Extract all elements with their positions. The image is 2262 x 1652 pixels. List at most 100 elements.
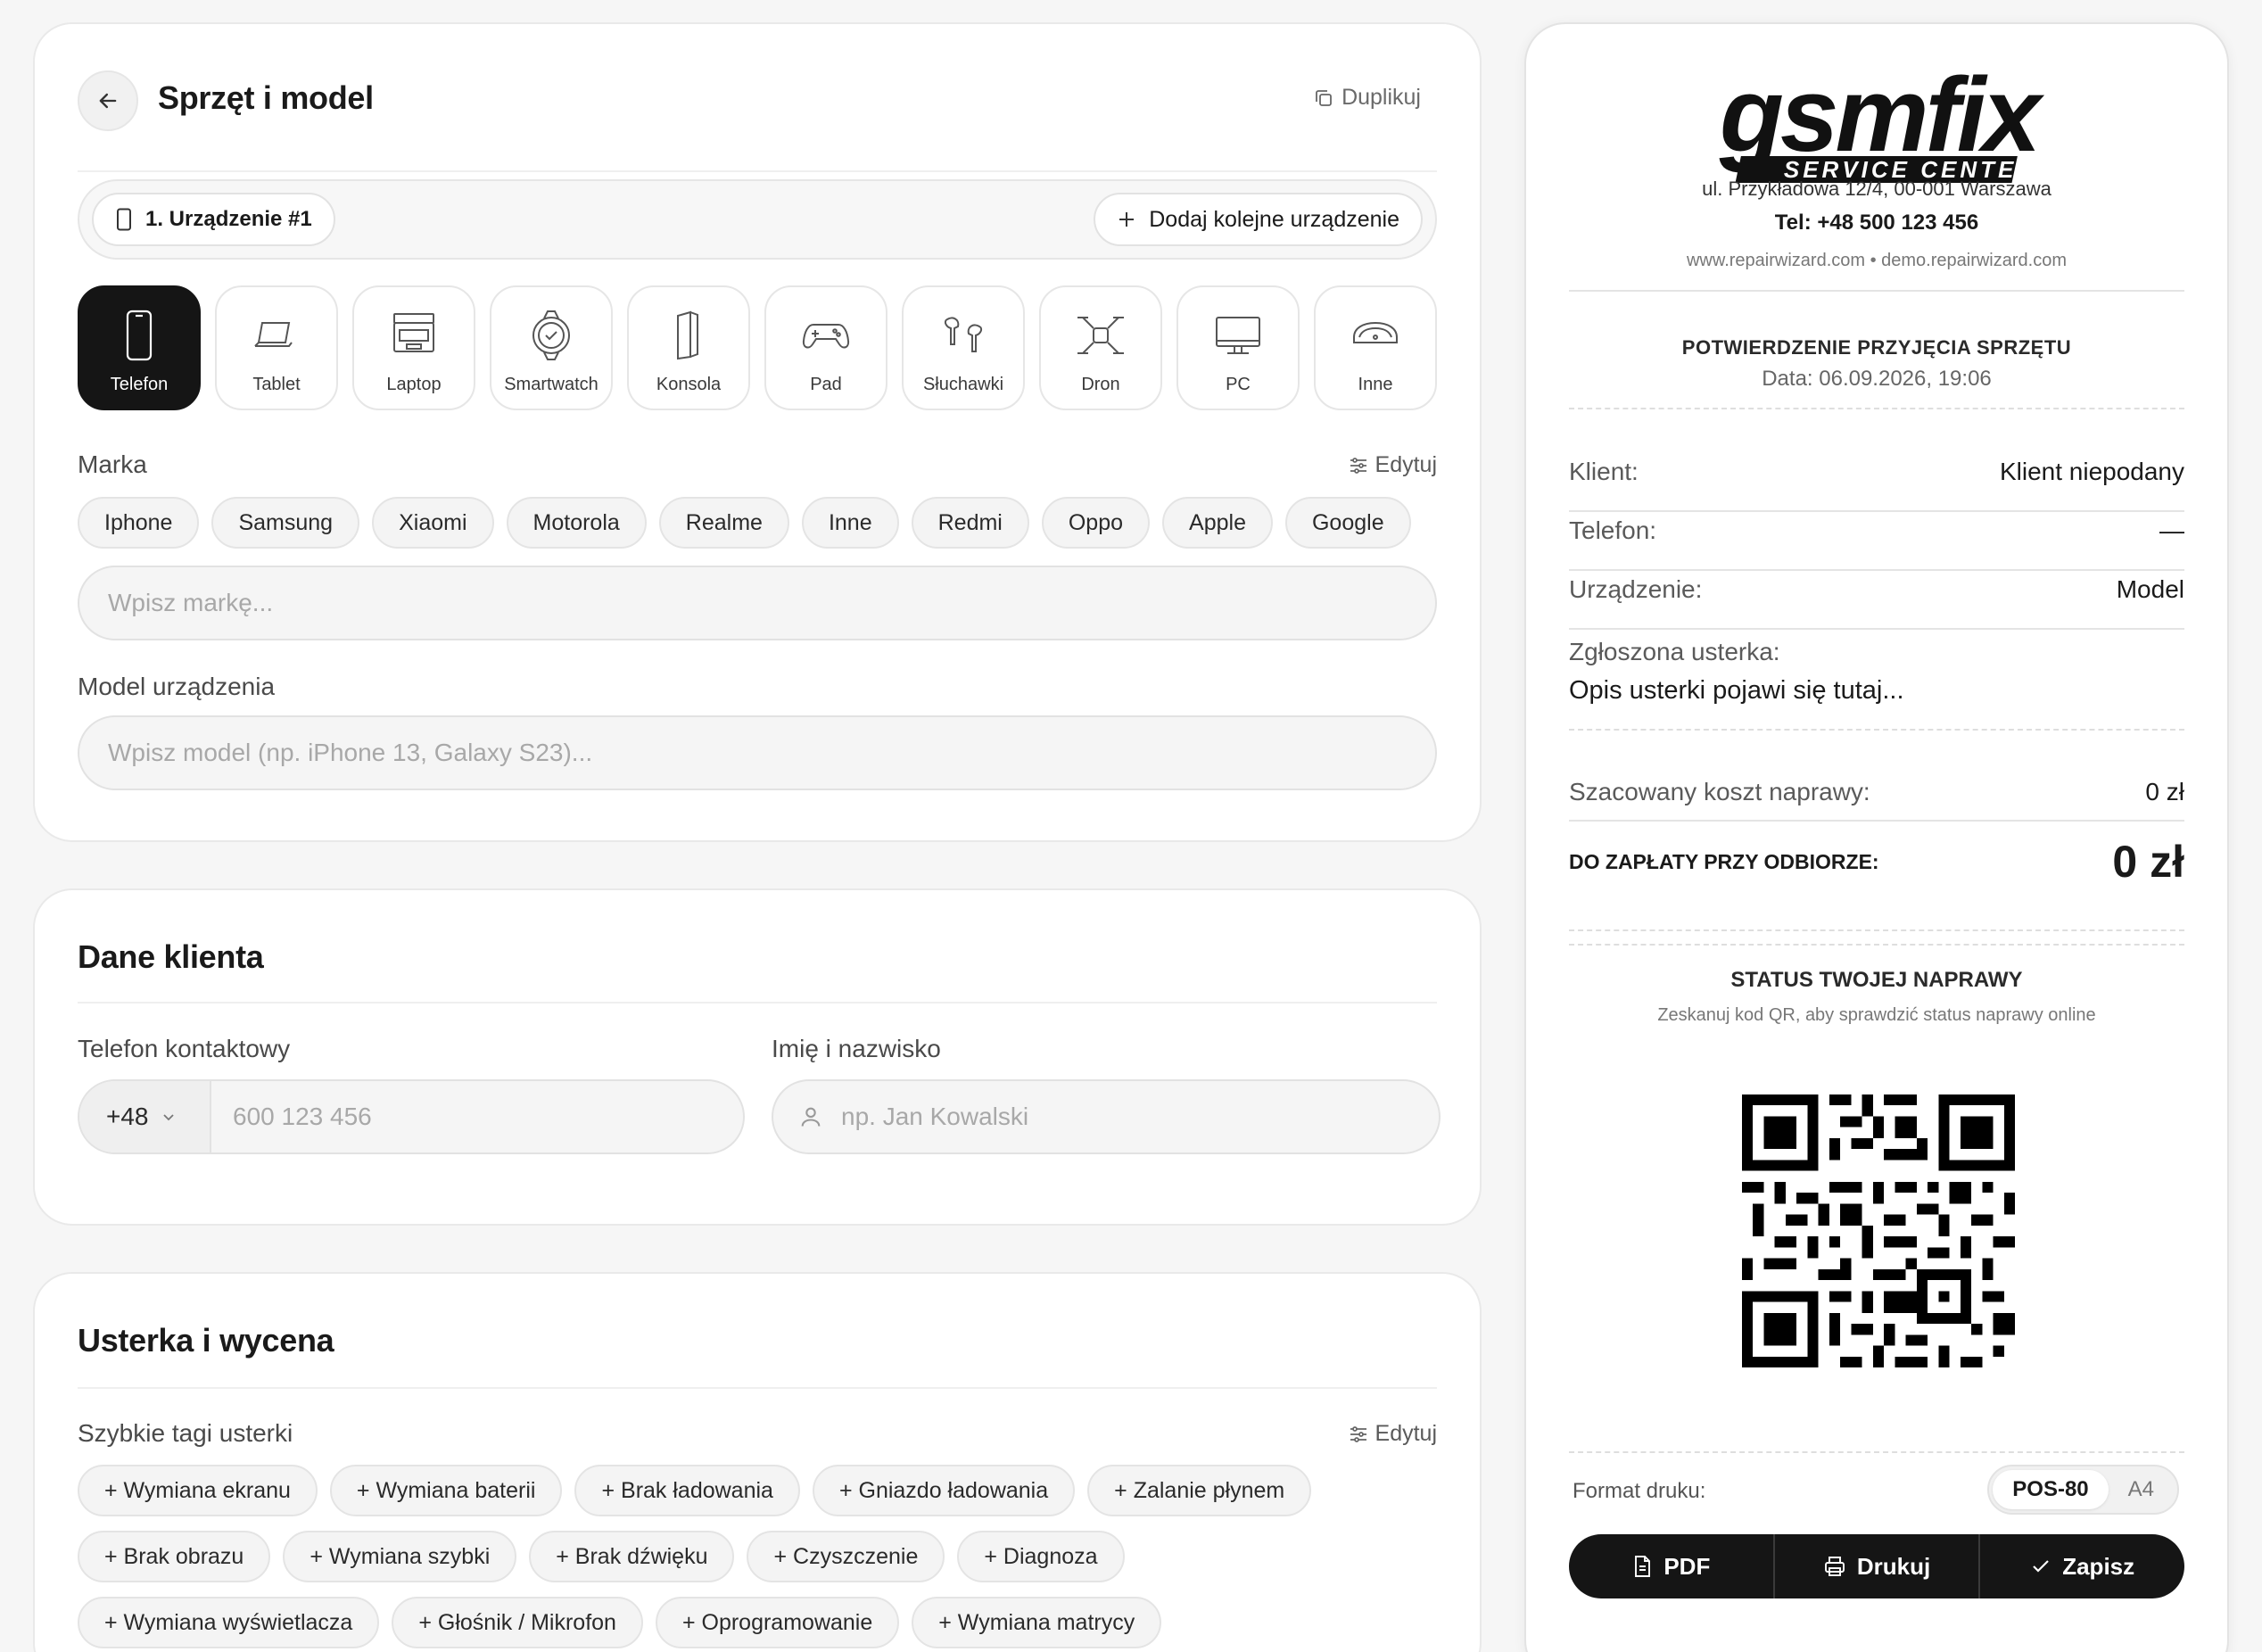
cost-value: 0 zł [2145,778,2184,805]
divider [78,1002,1437,1004]
receipt-preview: gsmfix SERVICE CENTER ul. Przykładowa 12… [1524,22,2229,1652]
quick-tag[interactable]: + Brak ładowania [574,1465,800,1516]
quick-tag[interactable]: + Wymiana ekranu [78,1465,318,1516]
brand-pill[interactable]: Motorola [506,497,647,549]
device-type-dron[interactable]: Dron [1039,285,1162,410]
phone-icon [126,310,153,361]
brand-pill[interactable]: Oppo [1041,497,1151,549]
print-button[interactable]: Drukuj [1772,1534,1979,1598]
device-type-tablet[interactable]: Tablet [215,285,338,410]
pdf-label: PDF [1663,1552,1711,1580]
save-button[interactable]: Zapisz [1978,1534,2184,1598]
qr-code [1742,1094,2015,1367]
format-option-a4[interactable]: A4 [2109,1470,2174,1509]
fault-key: Zgłoszona usterka: [1569,638,1780,665]
quick-tag[interactable]: + Diagnoza [957,1531,1125,1582]
quick-tag[interactable]: + Brak obrazu [78,1531,271,1582]
format-option-pos80[interactable]: POS-80 [1993,1470,2109,1509]
device-card: Sprzęt i model Duplikuj 1. Urządzenie #1… [33,22,1482,842]
brand-pill[interactable]: Xiaomi [372,497,494,549]
device-type-konsola[interactable]: Konsola [627,285,750,410]
cost-key: Szacowany koszt naprawy: [1569,778,1870,805]
device-type-sluchawki[interactable]: Słuchawki [902,285,1025,410]
brand-edit-label: Edytuj [1375,452,1437,477]
document-date: Data: 06.09.2026, 19:06 [1762,367,1992,391]
divider [1569,820,2184,822]
pdf-button[interactable]: PDF [1569,1534,1773,1598]
client-value: Klient niepodany [1999,458,2184,485]
client-card: Dane klienta Telefon kontaktowy Imię i n… [33,888,1482,1226]
divider [1569,729,2184,731]
quick-tag-pills: + Wymiana ekranu + Wymiana baterii + Bra… [78,1465,1346,1648]
divider [1569,290,2184,292]
fault-card-title: Usterka i wycena [78,1322,334,1359]
device-type-label: Konsola [656,375,722,394]
chevron-down-icon [162,1114,174,1121]
laptop-icon [393,313,434,352]
country-code-select[interactable]: +48 [79,1081,211,1152]
name-field[interactable]: np. Jan Kowalski [772,1079,1441,1154]
device-type-label: PC [1226,375,1251,394]
smartwatch-icon [532,310,570,360]
device-type-inne[interactable]: Inne [1314,285,1437,410]
quick-tag[interactable]: + Zalanie płynem [1087,1465,1312,1516]
quick-tag[interactable]: + Czyszczenie [747,1531,945,1582]
quick-tag[interactable]: + Brak dźwięku [529,1531,735,1582]
client-card-title: Dane klienta [78,938,264,975]
arrow-left-icon [99,93,117,109]
company-logo: gsmfix SERVICE CENTER [1719,63,2049,183]
monitor-icon [1216,317,1260,354]
device-type-pad[interactable]: Pad [764,285,887,410]
shop-websites: www.repairwizard.com • demo.repairwizard… [1686,251,2067,270]
fault-card: Usterka i wycena Szybkie tagi usterki Ed… [33,1272,1482,1652]
name-input: np. Jan Kowalski [841,1103,1029,1130]
divider [1569,569,2184,571]
quick-tag[interactable]: + Wymiana wyświetlacza [78,1597,380,1648]
device-tab-1[interactable]: 1. Urządzenie #1 [92,193,335,246]
gamepad-icon [802,324,850,349]
total-key: DO ZAPŁATY PRZY ODBIORZE: [1569,849,1879,873]
back-button[interactable] [78,70,138,131]
device-type-telefon[interactable]: Telefon [78,285,201,410]
phone-value: — [2159,516,2184,544]
quick-tag[interactable]: + Gniazdo ładowania [812,1465,1076,1516]
country-code-value: +48 [106,1103,149,1130]
add-device-button[interactable]: Dodaj kolejne urządzenie [1094,193,1423,246]
divider [1569,510,2184,512]
device-type-label: Dron [1081,375,1120,394]
model-label: Model urządzenia [78,673,276,700]
sliders-icon [1350,1425,1366,1442]
save-label: Zapisz [2062,1552,2135,1580]
receipt-total-row: DO ZAPŁATY PRZY ODBIORZE: 0 zł [1569,836,2184,888]
quick-tag[interactable]: + Wymiana matrycy [912,1597,1162,1648]
phone-input[interactable]: 600 123 456 [211,1103,372,1131]
duplicate-label: Duplikuj [1342,85,1421,110]
quick-tag[interactable]: + Głośnik / Mikrofon [392,1597,643,1648]
brand-pill[interactable]: Google [1284,497,1411,549]
brand-pill[interactable]: Samsung [211,497,360,549]
duplicate-button[interactable]: Duplikuj [1313,85,1421,111]
device-type-smartwatch[interactable]: Smartwatch [490,285,613,410]
brand-input[interactable]: Wpisz markę... [78,566,1437,640]
quick-tag[interactable]: + Oprogramowanie [655,1597,900,1648]
brand-pill[interactable]: Iphone [78,497,200,549]
device-type-pc[interactable]: PC [1176,285,1300,410]
brand-pill[interactable]: Redmi [911,497,1029,549]
device-type-label: Laptop [386,375,442,394]
brand-pills: Iphone Samsung Xiaomi Motorola Realme In… [78,497,1437,549]
brand-pill[interactable]: Realme [658,497,789,549]
device-tabs-bar: 1. Urządzenie #1 Dodaj kolejne urządzeni… [78,179,1437,260]
plus-icon [1119,212,1135,227]
copy-icon [1316,89,1332,106]
tags-edit-label: Edytuj [1375,1421,1437,1446]
tags-edit-button[interactable]: Edytuj [1349,1421,1437,1447]
brand-pill[interactable]: Inne [801,497,899,549]
device-type-laptop[interactable]: Laptop [352,285,475,410]
phone-field: +48 600 123 456 [78,1079,745,1154]
brand-edit-button[interactable]: Edytuj [1349,452,1437,478]
earbuds-icon [944,317,983,352]
quick-tag[interactable]: + Wymiana szybki [283,1531,517,1582]
brand-pill[interactable]: Apple [1162,497,1273,549]
model-input[interactable]: Wpisz model (np. iPhone 13, Galaxy S23).… [78,715,1437,790]
quick-tag[interactable]: + Wymiana baterii [329,1465,563,1516]
